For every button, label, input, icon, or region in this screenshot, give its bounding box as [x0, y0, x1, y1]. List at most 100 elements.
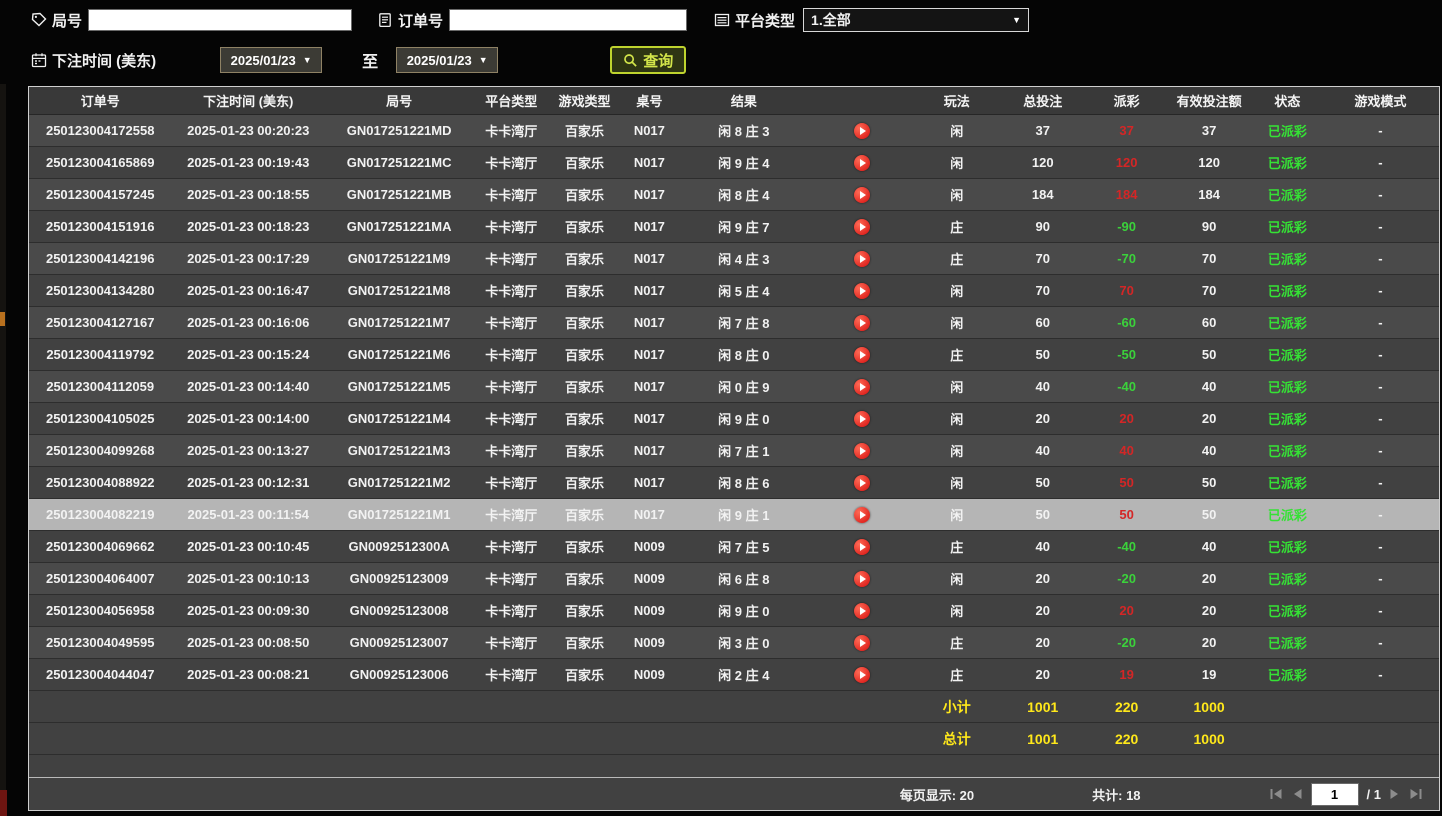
subtotal-valid-bet: 1000	[1165, 691, 1252, 723]
cell-valid-bet: 20	[1165, 403, 1252, 435]
table-row[interactable]: 250123004134280 2025-01-23 00:16:47 GN01…	[29, 275, 1439, 307]
cell-table-no: N017	[620, 115, 679, 147]
table-row[interactable]: 250123004049595 2025-01-23 00:08:50 GN00…	[29, 627, 1439, 659]
chevron-down-icon: ▼	[1012, 15, 1021, 25]
cell-game-mode: -	[1322, 403, 1439, 435]
pagination-bar: 每页显示: 20 共计: 18 / 1	[29, 777, 1439, 810]
replay-play-icon[interactable]	[854, 443, 870, 459]
cell-total-bet: 40	[998, 531, 1088, 563]
cell-platform: 卡卡湾厅	[473, 595, 549, 627]
cell-bet-side: 庄	[916, 659, 998, 691]
replay-play-icon[interactable]	[854, 315, 870, 331]
replay-play-icon[interactable]	[854, 667, 870, 683]
platform-type-select[interactable]: 1.全部 ▼	[803, 8, 1029, 32]
order-no-input[interactable]	[449, 9, 687, 31]
replay-play-icon[interactable]	[854, 251, 870, 267]
cell-result: 闲 0 庄 9	[679, 371, 809, 403]
cell-round-no: GN017251221MB	[325, 179, 473, 211]
grand-total-spacer-end	[1253, 723, 1439, 755]
first-page-button[interactable]	[1269, 788, 1284, 800]
cell-platform: 卡卡湾厅	[473, 307, 549, 339]
table-row[interactable]: 250123004119792 2025-01-23 00:15:24 GN01…	[29, 339, 1439, 371]
date-from-picker[interactable]: 2025/01/23 ▼	[220, 47, 322, 73]
replay-play-icon[interactable]	[854, 123, 870, 139]
subtotal-row: 小计 1001 220 1000	[29, 691, 1439, 723]
cell-total-bet: 20	[998, 563, 1088, 595]
cell-round-no: GN017251221M5	[325, 371, 473, 403]
cell-bet-time: 2025-01-23 00:18:55	[171, 179, 325, 211]
column-header: 总投注	[998, 87, 1088, 115]
replay-play-icon[interactable]	[854, 507, 870, 523]
cell-bet-side: 庄	[916, 243, 998, 275]
cell-platform: 卡卡湾厅	[473, 531, 549, 563]
results-panel: 订单号下注时间 (美东)局号平台类型游戏类型桌号结果玩法总投注派彩有效投注额状态…	[28, 86, 1440, 811]
table-row[interactable]: 250123004064007 2025-01-23 00:10:13 GN00…	[29, 563, 1439, 595]
cell-status: 已派彩	[1253, 499, 1322, 531]
cell-status: 已派彩	[1253, 243, 1322, 275]
replay-play-icon[interactable]	[854, 187, 870, 203]
cell-total-bet: 20	[998, 627, 1088, 659]
cell-result: 闲 4 庄 3	[679, 243, 809, 275]
replay-play-icon[interactable]	[854, 219, 870, 235]
next-page-button[interactable]	[1389, 788, 1400, 800]
table-row[interactable]: 250123004142196 2025-01-23 00:17:29 GN01…	[29, 243, 1439, 275]
cell-replay	[809, 531, 916, 563]
cell-game-mode: -	[1322, 531, 1439, 563]
replay-play-icon[interactable]	[854, 603, 870, 619]
subtotal-spacer	[29, 691, 916, 723]
table-row[interactable]: 250123004082219 2025-01-23 00:11:54 GN01…	[29, 499, 1439, 531]
cell-status: 已派彩	[1253, 371, 1322, 403]
cell-order-no: 250123004142196	[29, 243, 171, 275]
cell-table-no: N017	[620, 243, 679, 275]
table-row[interactable]: 250123004172558 2025-01-23 00:20:23 GN01…	[29, 115, 1439, 147]
cell-status: 已派彩	[1253, 115, 1322, 147]
query-button[interactable]: 查询	[610, 46, 686, 74]
replay-play-icon[interactable]	[854, 155, 870, 171]
platform-type-value: 1.全部	[811, 10, 851, 30]
cell-status: 已派彩	[1253, 211, 1322, 243]
prev-page-button[interactable]	[1292, 788, 1303, 800]
last-page-button[interactable]	[1408, 788, 1423, 800]
cell-game-mode: -	[1322, 307, 1439, 339]
cell-round-no: GN017251221M9	[325, 243, 473, 275]
cell-result: 闲 9 庄 7	[679, 211, 809, 243]
table-row[interactable]: 250123004105025 2025-01-23 00:14:00 GN01…	[29, 403, 1439, 435]
subtotal-payout: 220	[1088, 691, 1166, 723]
cell-round-no: GN017251221M2	[325, 467, 473, 499]
table-row[interactable]: 250123004112059 2025-01-23 00:14:40 GN01…	[29, 371, 1439, 403]
date-to-value: 2025/01/23	[407, 53, 472, 68]
table-row[interactable]: 250123004165869 2025-01-23 00:19:43 GN01…	[29, 147, 1439, 179]
table-row[interactable]: 250123004157245 2025-01-23 00:18:55 GN01…	[29, 179, 1439, 211]
table-row[interactable]: 250123004088922 2025-01-23 00:12:31 GN01…	[29, 467, 1439, 499]
date-to-picker[interactable]: 2025/01/23 ▼	[396, 47, 498, 73]
replay-play-icon[interactable]	[854, 379, 870, 395]
table-row[interactable]: 250123004056958 2025-01-23 00:09:30 GN00…	[29, 595, 1439, 627]
cell-game-type: 百家乐	[549, 147, 619, 179]
calendar-icon	[30, 51, 48, 69]
replay-play-icon[interactable]	[854, 571, 870, 587]
table-row[interactable]: 250123004069662 2025-01-23 00:10:45 GN00…	[29, 531, 1439, 563]
page-number-input[interactable]	[1311, 783, 1359, 806]
cell-bet-time: 2025-01-23 00:15:24	[171, 339, 325, 371]
cell-bet-time: 2025-01-23 00:17:29	[171, 243, 325, 275]
grand-total-valid-bet: 1000	[1165, 723, 1252, 755]
grand-total-label: 总计	[916, 723, 998, 755]
replay-play-icon[interactable]	[854, 539, 870, 555]
table-row[interactable]: 250123004151916 2025-01-23 00:18:23 GN01…	[29, 211, 1439, 243]
replay-play-icon[interactable]	[854, 411, 870, 427]
round-no-input[interactable]	[88, 9, 352, 31]
replay-play-icon[interactable]	[854, 475, 870, 491]
cell-table-no: N017	[620, 435, 679, 467]
replay-play-icon[interactable]	[854, 347, 870, 363]
cell-bet-side: 闲	[916, 115, 998, 147]
replay-play-icon[interactable]	[854, 635, 870, 651]
cell-game-type: 百家乐	[549, 179, 619, 211]
table-row[interactable]: 250123004044047 2025-01-23 00:08:21 GN00…	[29, 659, 1439, 691]
replay-play-icon[interactable]	[854, 283, 870, 299]
table-row[interactable]: 250123004099268 2025-01-23 00:13:27 GN01…	[29, 435, 1439, 467]
cell-table-no: N009	[620, 563, 679, 595]
table-row[interactable]: 250123004127167 2025-01-23 00:16:06 GN01…	[29, 307, 1439, 339]
cell-payout: -50	[1088, 339, 1166, 371]
cell-payout: 184	[1088, 179, 1166, 211]
cell-valid-bet: 20	[1165, 627, 1252, 659]
